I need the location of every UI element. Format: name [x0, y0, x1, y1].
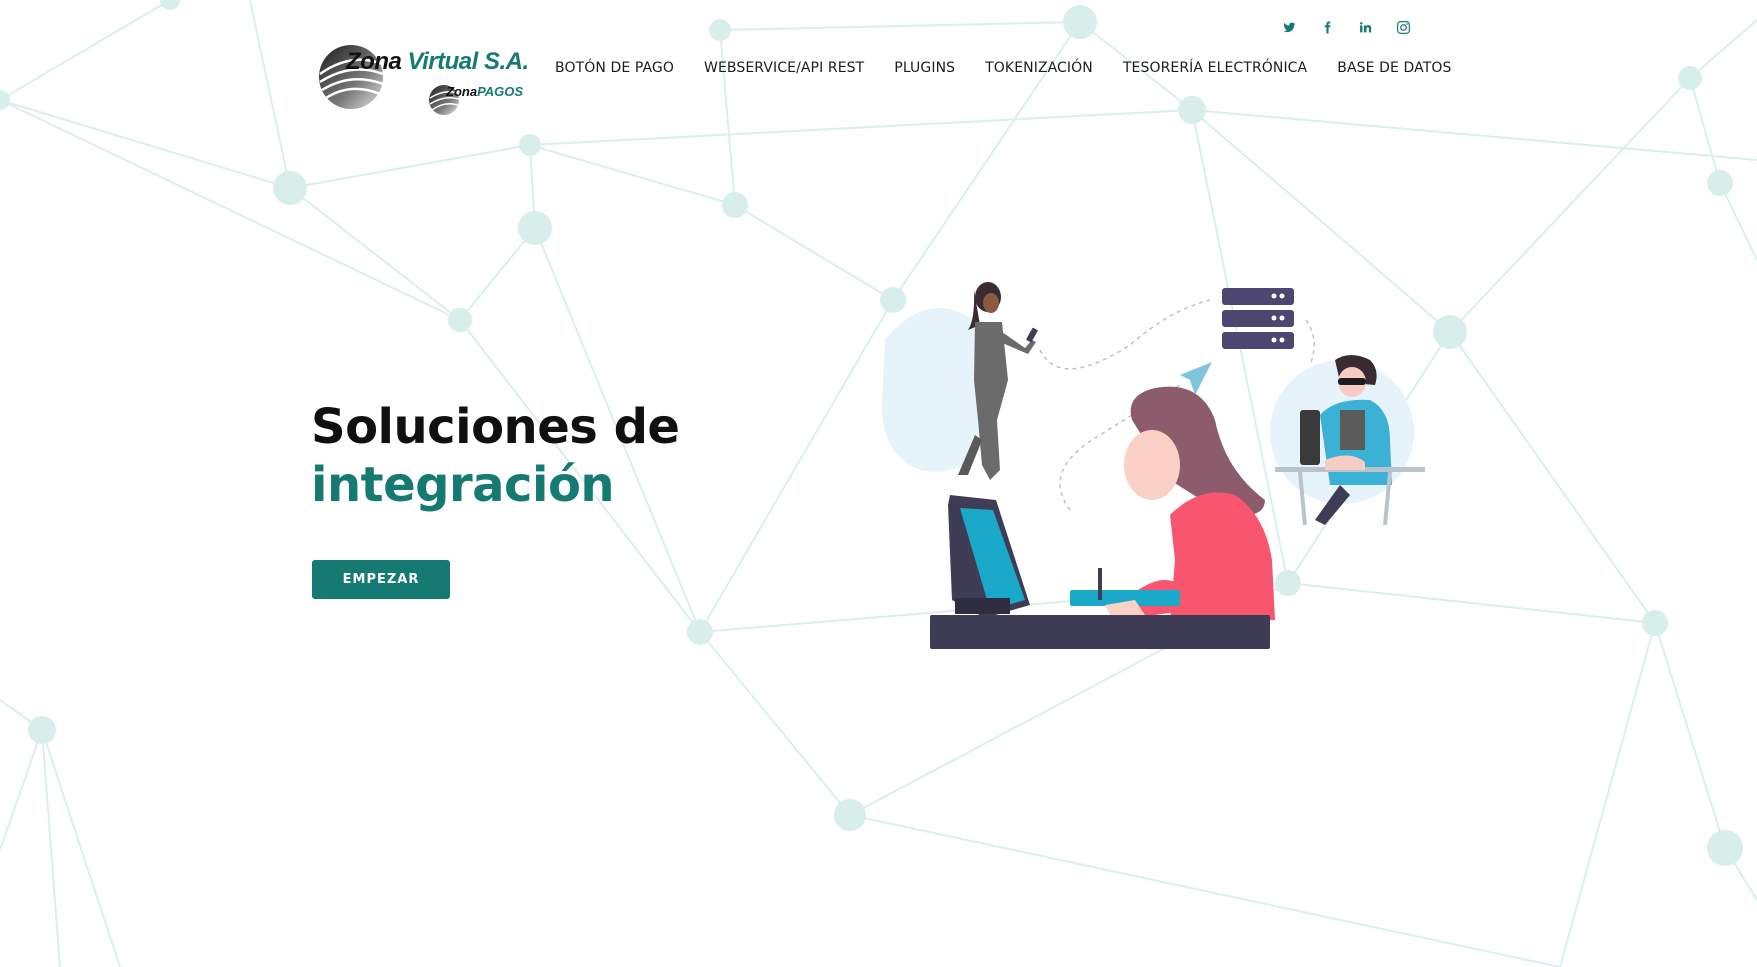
logo[interactable]: Zona Virtual S.A. ZonaPAGOS: [316, 40, 529, 118]
desk: [930, 615, 1270, 649]
hero-title-line1: Soluciones de: [311, 399, 680, 455]
nav-item-plugins[interactable]: PLUGINS: [894, 60, 955, 76]
server-stack-icon: [1222, 288, 1294, 349]
brand-name: Zona Virtual S.A.: [346, 48, 529, 75]
twitter-icon[interactable]: [1270, 17, 1308, 37]
linkedin-icon[interactable]: [1346, 17, 1384, 37]
nav-item-tesoreria-electronica[interactable]: TESORERÍA ELECTRÓNICA: [1123, 60, 1307, 76]
monitor-icon: [948, 495, 1030, 618]
main-nav: BOTÓN DE PAGO WEBSERVICE/API REST PLUGIN…: [555, 60, 1451, 76]
zonapagos-name: ZonaPAGOS: [446, 84, 524, 99]
hero-title: Soluciones de integración: [311, 398, 680, 514]
instagram-icon[interactable]: [1384, 17, 1422, 37]
main-woman-figure: [1070, 386, 1275, 620]
nav-item-tokenizacion[interactable]: TOKENIZACIÓN: [985, 60, 1093, 76]
integration-illustration: [881, 282, 1425, 649]
nav-item-boton-de-pago[interactable]: BOTÓN DE PAGO: [555, 60, 674, 76]
empezar-button[interactable]: EMPEZAR: [312, 560, 450, 599]
social-links: [1270, 17, 1422, 37]
hero-title-line2: integración: [311, 457, 615, 513]
nav-item-base-de-datos[interactable]: BASE DE DATOS: [1337, 60, 1451, 76]
nav-item-webservice-api-rest[interactable]: WEBSERVICE/API REST: [704, 60, 864, 76]
facebook-icon[interactable]: [1308, 17, 1346, 37]
